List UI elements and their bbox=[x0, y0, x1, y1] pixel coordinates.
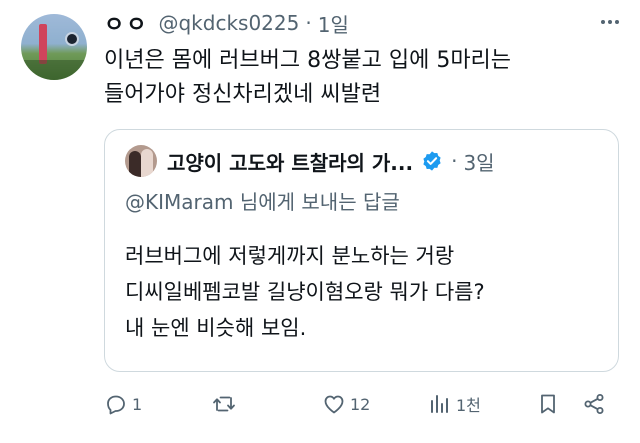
bookmark-icon bbox=[541, 394, 555, 414]
avatar-figure bbox=[129, 151, 141, 177]
reply-icon bbox=[107, 395, 125, 415]
share-button[interactable] bbox=[582, 384, 606, 424]
like-count: 12 bbox=[350, 394, 371, 414]
quote-time[interactable]: 3일 bbox=[463, 147, 494, 176]
avatar-stripe bbox=[39, 24, 47, 64]
bookmark-button[interactable] bbox=[536, 384, 560, 424]
tweet-text-line: 이년은 몸에 러브버그 8쌍붙고 입에 5마리는 bbox=[104, 48, 512, 73]
avatar-ground bbox=[21, 60, 87, 80]
views-icon bbox=[431, 395, 448, 413]
view-count: 1천 bbox=[456, 396, 481, 415]
avatar-figure bbox=[141, 149, 153, 177]
retweet-icon bbox=[213, 396, 235, 412]
reply-count: 1 bbox=[132, 394, 143, 414]
quote-text-line: 디씨일베펨코발 길냥이혐오랑 뭐가 다름? bbox=[125, 280, 485, 304]
tweet-time[interactable]: 1일 bbox=[318, 9, 349, 38]
verified-icon bbox=[421, 150, 443, 172]
quote-text: 러브버그에 저렇게까지 분노하는 거랑 디씨일베펨코발 길냥이혐오랑 뭐가 다름… bbox=[125, 238, 605, 346]
more-icon bbox=[601, 20, 619, 24]
like-icon bbox=[324, 395, 344, 414]
quote-header: 고양이 고도와 트찰라의 가... · 3일 bbox=[125, 145, 495, 177]
quote-reply-to: @KIMaram 님에게 보내는 답글 bbox=[125, 190, 400, 214]
avatar-eye bbox=[65, 32, 79, 46]
share-icon bbox=[584, 394, 604, 414]
tweet-header: ㅇㅇ @qkdcks0225 · 1일 bbox=[104, 8, 349, 38]
tweet-text-line: 들어가야 정신차리겠네 씨발련 bbox=[104, 82, 382, 107]
author-avatar[interactable] bbox=[21, 14, 87, 80]
action-bar: 1 12 1천 bbox=[104, 384, 624, 424]
header-separator: · bbox=[305, 11, 312, 35]
like-button[interactable]: 12 bbox=[322, 384, 370, 424]
quote-author-name[interactable]: 고양이 고도와 트찰라의 가... bbox=[167, 147, 413, 176]
author-handle[interactable]: @qkdcks0225 bbox=[158, 11, 299, 35]
retweet-button[interactable] bbox=[212, 384, 240, 424]
quote-header-separator: · bbox=[451, 149, 458, 173]
quote-text-line: 러브버그에 저렇게까지 분노하는 거랑 bbox=[125, 244, 455, 268]
author-name[interactable]: ㅇㅇ bbox=[104, 7, 148, 39]
quote-text-line: 내 눈엔 비슷해 보임. bbox=[125, 316, 307, 340]
quote-author-avatar[interactable] bbox=[125, 145, 157, 177]
tweet-text: 이년은 몸에 러브버그 8쌍붙고 입에 5마리는 들어가야 정신차리겠네 씨발련 bbox=[104, 44, 624, 112]
more-button[interactable] bbox=[590, 8, 630, 36]
quoted-tweet[interactable]: 고양이 고도와 트찰라의 가... · 3일 @KIMaram 님에게 보내는 … bbox=[104, 129, 619, 372]
reply-button[interactable]: 1 bbox=[104, 384, 142, 424]
views-button[interactable]: 1천 bbox=[428, 384, 481, 424]
